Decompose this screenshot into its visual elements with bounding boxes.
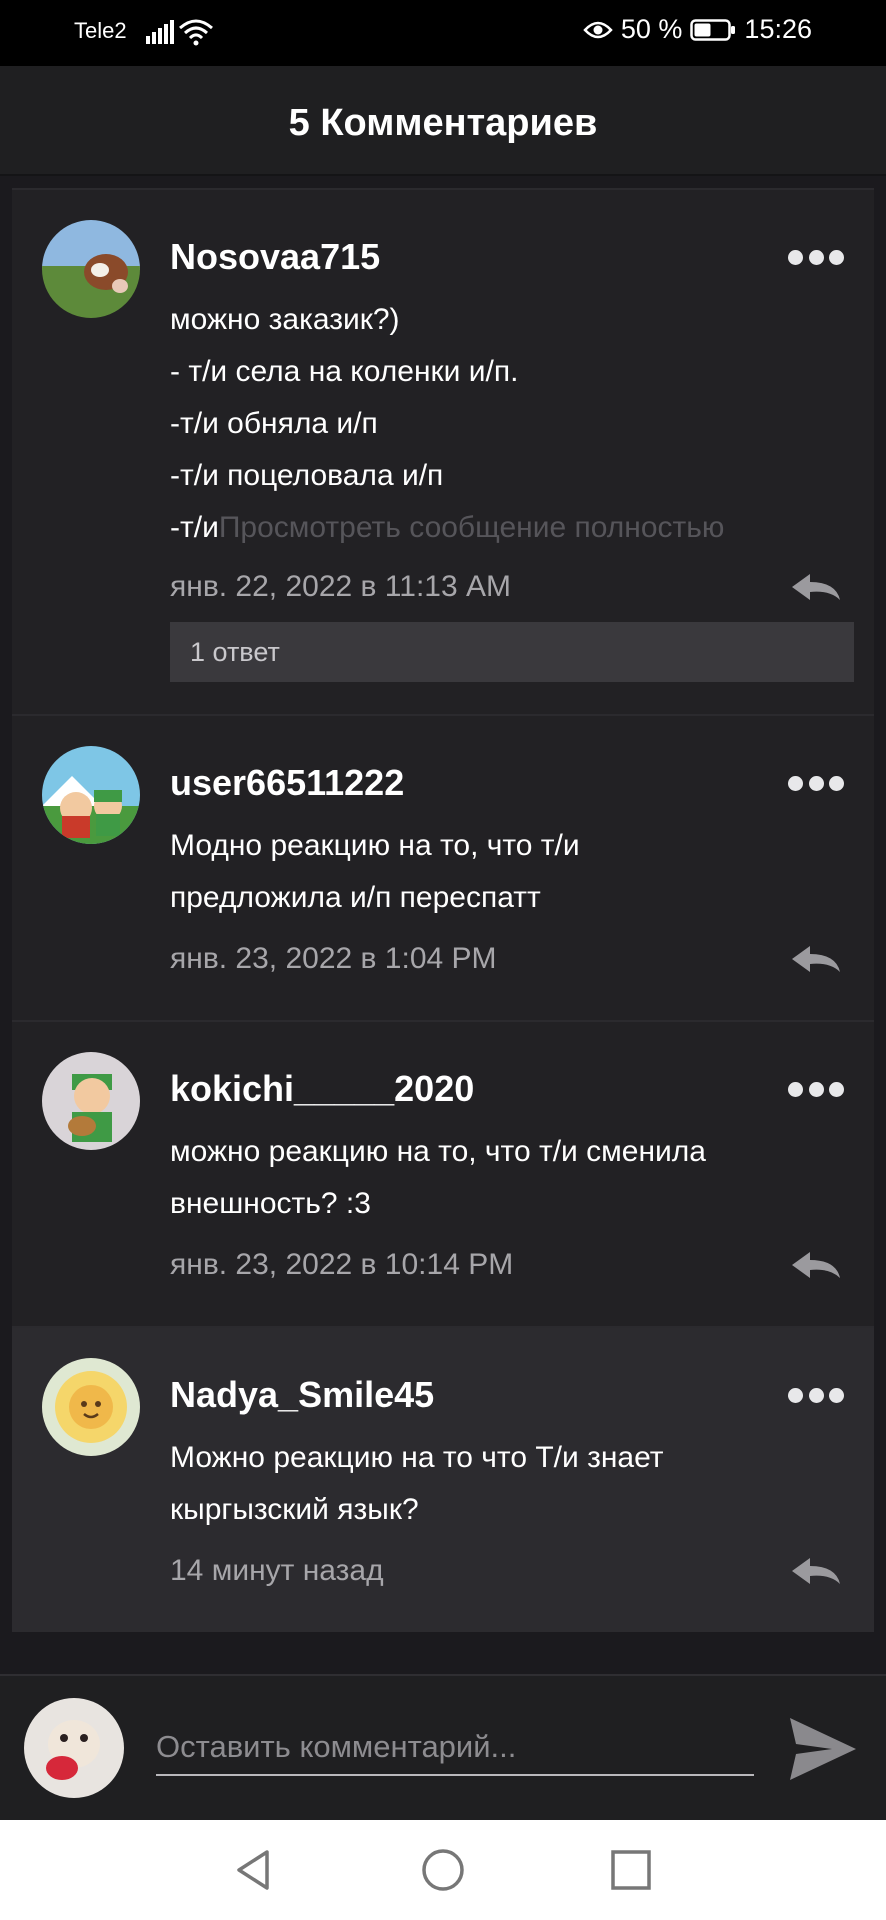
comments-header: 5 Комментариев	[0, 66, 886, 176]
comment-username[interactable]: kokichi_____2020	[170, 1068, 474, 1110]
more-options-button[interactable]	[788, 1388, 844, 1406]
battery-percent: 50 %	[620, 14, 683, 44]
comment-item: Nosovaa715 можно заказик?) - т/и села на…	[12, 188, 874, 714]
system-nav-bar	[0, 1820, 886, 1920]
comment-text: можно реакцию на то, что т/и сменила вне…	[170, 1126, 860, 1230]
avatar[interactable]	[42, 1052, 140, 1150]
comment-line: - т/и села на коленки и/п.	[170, 355, 519, 388]
eye-icon	[583, 21, 613, 38]
cartoon-avatar-image	[42, 746, 140, 844]
comment-line: -т/иПросмотреть сообщение полностью	[170, 502, 860, 554]
sun-avatar-image	[42, 1358, 140, 1456]
carrier-label: Tele2	[74, 18, 127, 43]
page-title: 5 Комментариев	[288, 102, 598, 144]
recents-icon[interactable]	[607, 1846, 655, 1894]
comment-text: Модно реакцию на то, что т/и предложила …	[170, 820, 860, 924]
comment-line: можно реакцию на то, что т/и сменила	[170, 1135, 706, 1168]
comment-text: Можно реакцию на то что Т/и знает кыргыз…	[170, 1432, 860, 1536]
reply-icon[interactable]	[788, 1248, 844, 1282]
back-icon[interactable]	[229, 1846, 277, 1894]
comments-list[interactable]: Nosovaa715 можно заказик?) - т/и села на…	[12, 188, 874, 1632]
clock: 15:26	[744, 14, 812, 44]
comment-username[interactable]: user66511222	[170, 762, 404, 804]
dog-avatar-image	[24, 1698, 124, 1798]
comment-item: kokichi_____2020 можно реакцию на то, чт…	[12, 1020, 874, 1326]
comment-input-bar	[0, 1674, 886, 1820]
home-icon[interactable]	[419, 1846, 467, 1894]
wifi-icon	[179, 19, 213, 46]
comment-username[interactable]: Nosovaa715	[170, 236, 380, 278]
avatar[interactable]	[42, 746, 140, 844]
comment-line: Можно реакцию на то что Т/и знает	[170, 1441, 664, 1474]
reply-icon[interactable]	[788, 570, 844, 604]
comment-line: предложила и/п переспатт	[170, 881, 541, 914]
cartoon-avatar-image	[42, 1052, 140, 1150]
comment-item: user66511222 Модно реакцию на то, что т/…	[12, 714, 874, 1020]
avatar[interactable]	[42, 220, 140, 318]
reply-icon[interactable]	[788, 1554, 844, 1588]
more-options-button[interactable]	[788, 250, 844, 268]
signal-icon	[146, 20, 174, 44]
comment-timestamp: янв. 22, 2022 в 11:13 AM	[170, 570, 511, 603]
more-options-button[interactable]	[788, 776, 844, 794]
comment-line: кыргызский язык?	[170, 1493, 419, 1526]
avatar[interactable]	[42, 1358, 140, 1456]
comment-line-prefix: -т/и	[170, 511, 219, 544]
view-full-message-link[interactable]: Просмотреть сообщение полностью	[219, 511, 725, 544]
cow-avatar-image	[42, 220, 140, 318]
comment-line: -т/и поцеловала и/п	[170, 459, 444, 492]
comment-line: внешность? :3	[170, 1187, 371, 1220]
view-replies-button[interactable]: 1 ответ	[170, 622, 854, 682]
current-user-avatar[interactable]	[24, 1698, 124, 1798]
send-icon[interactable]	[788, 1716, 858, 1782]
comment-username[interactable]: Nadya_Smile45	[170, 1374, 434, 1416]
comment-timestamp: 14 минут назад	[170, 1554, 384, 1587]
comment-timestamp: янв. 23, 2022 в 10:14 PM	[170, 1248, 514, 1281]
comment-timestamp: янв. 23, 2022 в 1:04 PM	[170, 942, 497, 975]
comment-text: можно заказик?) - т/и села на коленки и/…	[170, 294, 860, 554]
reply-icon[interactable]	[788, 942, 844, 976]
comment-line: Модно реакцию на то, что т/и	[170, 829, 580, 862]
more-options-button[interactable]	[788, 1082, 844, 1100]
comment-line: -т/и обняла и/п	[170, 407, 378, 440]
status-bar: Tele2 50 % 15:26	[0, 0, 886, 66]
comment-item: Nadya_Smile45 Можно реакцию на то что Т/…	[12, 1326, 874, 1632]
battery-icon	[690, 18, 736, 41]
comment-line: можно заказик?)	[170, 303, 400, 336]
comment-input[interactable]	[156, 1720, 754, 1776]
status-right: 50 % 15:26	[583, 14, 812, 45]
